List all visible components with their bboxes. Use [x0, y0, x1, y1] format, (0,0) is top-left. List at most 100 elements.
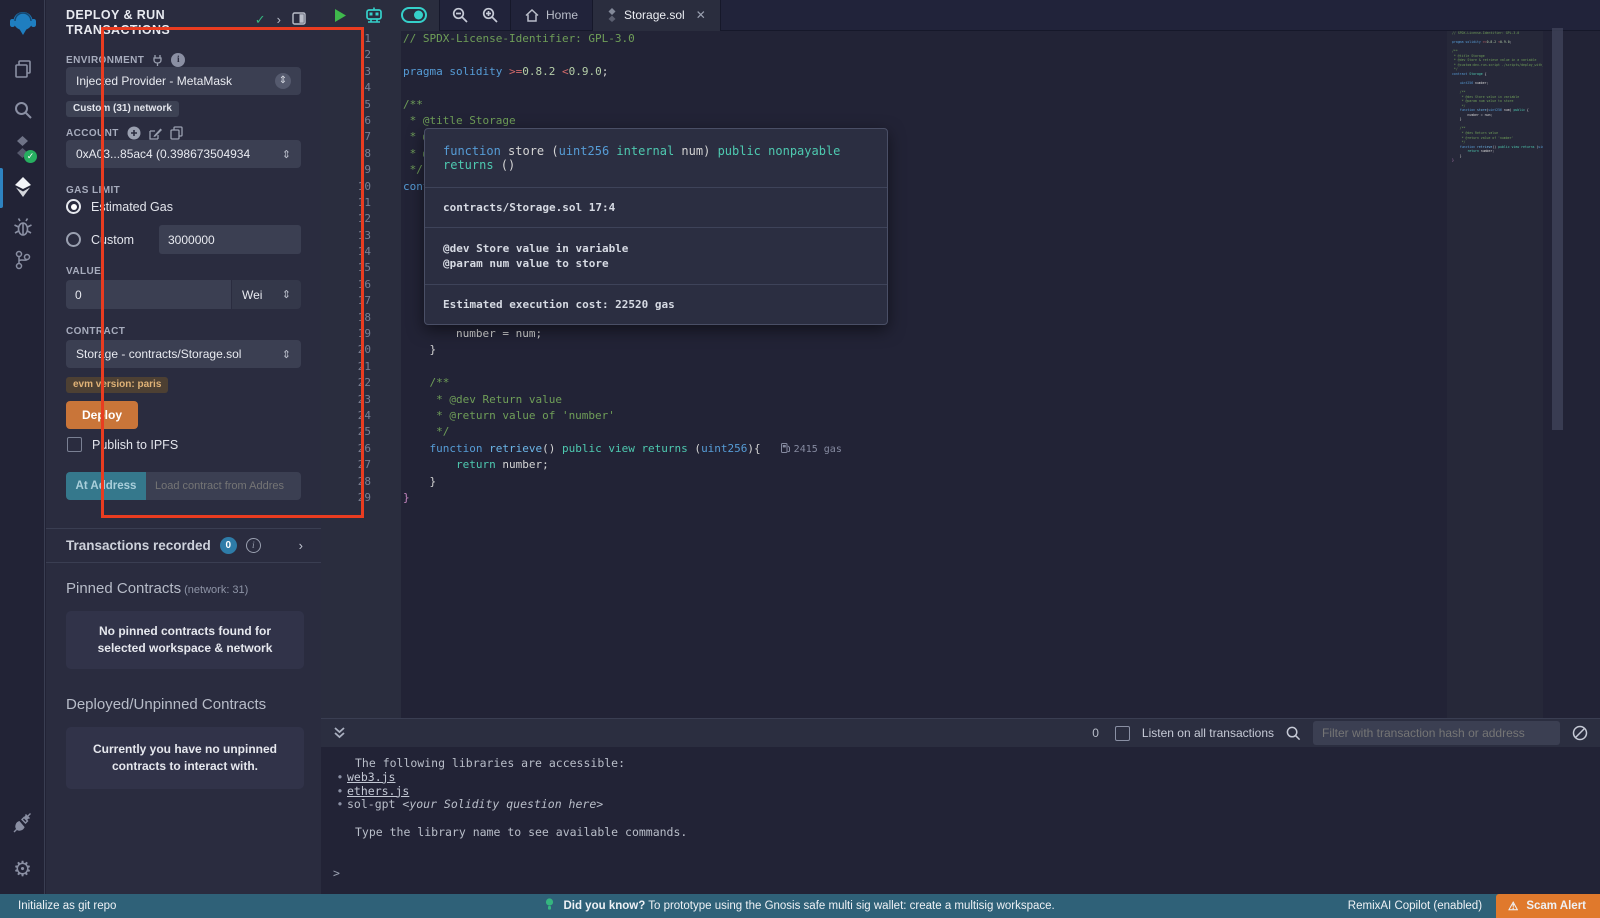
estimated-gas-label: Estimated Gas [91, 200, 173, 214]
account-select[interactable]: 0xA03...85ac4 (0.398673504934 ⇕ [66, 140, 301, 168]
clear-console-icon[interactable] [1572, 725, 1588, 741]
ai-copilot-robot-icon[interactable] [363, 6, 385, 24]
unpinned-contracts-heading: Deployed/Unpinned Contracts [66, 696, 266, 713]
zoom-in-icon[interactable] [482, 7, 498, 23]
debugger-icon[interactable] [0, 214, 45, 240]
code-line-24[interactable]: * @return value of 'number' [403, 408, 1447, 424]
terminal-filter-input[interactable] [1313, 721, 1560, 745]
source-control-icon[interactable] [0, 247, 45, 273]
at-address-input[interactable] [146, 472, 301, 500]
line-number: 24 [321, 408, 401, 424]
value-unit-select[interactable]: Wei ⇕ [232, 280, 301, 309]
code-line-5[interactable]: /** [403, 97, 1447, 113]
gas-estimate-widget: 2415 gas [781, 442, 842, 458]
line-number: 23 [321, 392, 401, 408]
chevron-right-icon[interactable]: › [299, 538, 303, 553]
code-line-2[interactable] [403, 47, 1447, 63]
code-line-22[interactable]: /** [403, 375, 1447, 391]
code-line-26[interactable]: function retrieve() public view returns … [403, 441, 1447, 457]
terminal-collapse-icon[interactable] [333, 726, 346, 740]
value-input[interactable] [66, 280, 231, 309]
add-account-icon[interactable] [127, 126, 141, 140]
copilot-toggle-on[interactable] [401, 7, 427, 23]
tooltip-signature: function store (uint256 internal num) pu… [425, 129, 887, 187]
line-number: 26 [321, 441, 401, 457]
zoom-out-icon[interactable] [452, 7, 468, 23]
network-badge: Custom (31) network [66, 101, 179, 117]
icon-rail: ✓ ⚙ [0, 0, 45, 894]
solidity-compiler-icon[interactable] [0, 134, 45, 160]
search-icon[interactable] [0, 97, 45, 123]
minimap[interactable]: // SPDX-License-Identifier: GPL-3.0pragm… [1447, 31, 1543, 718]
transactions-recorded-label: Transactions recorded [66, 538, 211, 553]
terminal-line: •web3.js [333, 771, 1600, 785]
terminal-link[interactable]: web3.js [347, 770, 395, 784]
search-icon [1286, 726, 1301, 741]
code-line-27[interactable]: return number; [403, 457, 1447, 473]
terminal-link[interactable]: ethers.js [347, 784, 409, 798]
line-number: 13 [321, 228, 401, 244]
code-line-25[interactable]: */ [403, 424, 1447, 440]
line-number: 19 [321, 326, 401, 342]
code-line-6[interactable]: * @title Storage [403, 113, 1447, 129]
code-line-23[interactable]: * @dev Return value [403, 392, 1447, 408]
status-bar: Initialize as git repo Did you know? To … [0, 894, 1600, 918]
transaction-count: 0 [1092, 726, 1099, 740]
line-number: 8 [321, 146, 401, 162]
line-number: 15 [321, 260, 401, 276]
publish-ipfs-checkbox[interactable] [67, 437, 82, 452]
terminal-line: •sol-gpt <your Solidity question here> [333, 798, 1600, 812]
line-number: 14 [321, 244, 401, 260]
custom-gas-input[interactable] [159, 225, 301, 254]
tab-storage-sol[interactable]: Storage.sol ✕ [593, 0, 721, 31]
close-tab-icon[interactable]: ✕ [696, 8, 706, 22]
deploy-button[interactable]: Deploy [66, 401, 138, 429]
code-line-28[interactable]: } [403, 474, 1447, 490]
environment-value: Injected Provider - MetaMask [76, 74, 232, 88]
code-line-3[interactable]: pragma solidity >=0.8.2 <0.9.0; [403, 64, 1447, 80]
contract-label: CONTRACT [66, 326, 125, 337]
editor-scrollbar[interactable] [1552, 28, 1563, 430]
line-number: 10 [321, 179, 401, 195]
line-number: 25 [321, 424, 401, 440]
copilot-status[interactable]: RemixAI Copilot (enabled) [1348, 900, 1482, 912]
deploy-run-icon[interactable] [0, 173, 45, 201]
terminal-line: Type the library name to see available c… [333, 826, 1600, 840]
code-line-4[interactable] [403, 80, 1447, 96]
info-icon[interactable]: i [246, 538, 261, 553]
stepper-icon: ⇕ [282, 348, 291, 361]
environment-label: ENVIRONMENT [66, 55, 144, 66]
info-icon[interactable]: i [171, 53, 185, 67]
tab-home[interactable]: Home [510, 0, 593, 31]
pinned-empty-message: No pinned contracts found for selected w… [66, 611, 304, 669]
estimated-gas-radio[interactable] [66, 199, 81, 214]
code-line-20[interactable]: } [403, 342, 1447, 358]
line-number: 28 [321, 474, 401, 490]
chevron-right-icon[interactable]: › [277, 12, 281, 27]
custom-gas-radio[interactable] [66, 232, 81, 247]
plugin-manager-icon[interactable] [0, 810, 45, 836]
transactions-recorded-row[interactable]: Transactions recorded 0 i › [46, 528, 321, 563]
plug-icon[interactable] [152, 54, 163, 66]
code-line-19[interactable]: number = num; [403, 326, 1447, 342]
copy-account-icon[interactable] [170, 126, 183, 140]
remix-logo[interactable] [0, 8, 45, 38]
scam-alert-button[interactable]: ⚠ Scam Alert [1496, 894, 1600, 918]
edit-account-icon[interactable] [149, 127, 162, 140]
code-line-29[interactable]: } [403, 490, 1447, 506]
settings-icon[interactable]: ⚙ [0, 856, 45, 882]
environment-select[interactable]: Injected Provider - MetaMask ⇕ [66, 67, 301, 95]
line-number-gutter: 1234567891011121314151617181920212223242… [321, 31, 401, 718]
file-explorer-icon[interactable] [0, 56, 45, 82]
listen-all-checkbox[interactable] [1115, 726, 1130, 741]
pin-panel-icon[interactable] [292, 12, 306, 25]
value-label: VALUE [66, 266, 101, 277]
contract-select[interactable]: Storage - contracts/Storage.sol ⇕ [66, 340, 301, 368]
at-address-button[interactable]: At Address [66, 472, 146, 500]
code-line-1[interactable]: // SPDX-License-Identifier: GPL-3.0 [403, 31, 1447, 47]
terminal-output[interactable]: > The following libraries are accessible… [321, 747, 1600, 894]
evm-version-badge: evm version: paris [66, 377, 168, 393]
code-line-21[interactable] [403, 359, 1447, 375]
run-script-icon[interactable] [333, 8, 347, 23]
solidity-file-icon [607, 8, 617, 22]
